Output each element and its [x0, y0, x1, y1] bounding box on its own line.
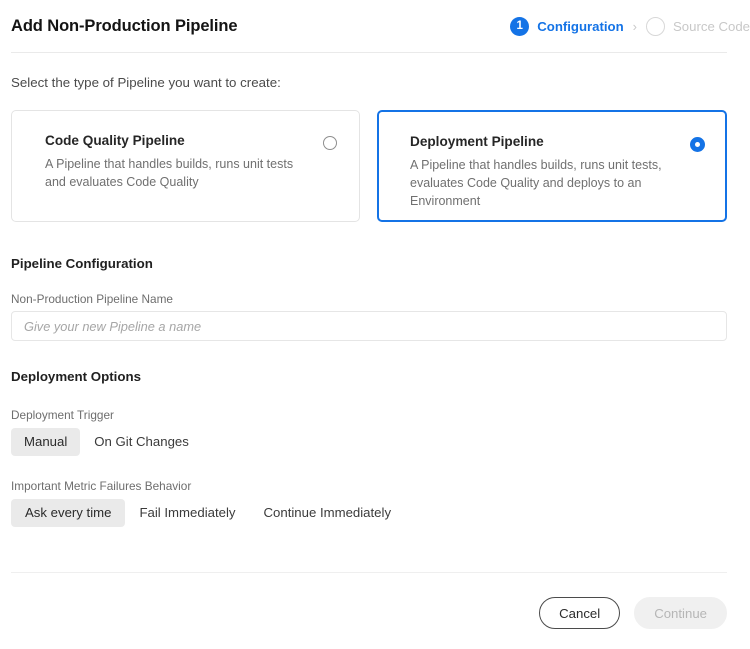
footer-divider [11, 572, 727, 573]
option-metric-fail-immediately[interactable]: Fail Immediately [125, 499, 249, 527]
card-description: A Pipeline that handles builds, runs uni… [45, 157, 294, 190]
metric-failures-behavior-option-group: Ask every time Fail Immediately Continue… [11, 499, 405, 527]
stepper-separator-icon: › [632, 18, 638, 34]
cancel-button[interactable]: Cancel [539, 597, 621, 629]
dialog-footer: Cancel Continue [11, 596, 727, 630]
section-title-deployment-options: Deployment Options [11, 369, 142, 384]
step-source-code[interactable]: Source Code [646, 16, 750, 36]
option-metric-ask-every-time[interactable]: Ask every time [11, 499, 126, 527]
step-empty-circle-icon [646, 16, 666, 36]
page-title: Add Non-Production Pipeline [11, 16, 238, 35]
card-description: A Pipeline that handles builds, runs uni… [410, 158, 662, 209]
step-source-code-label: Source Code [673, 18, 750, 34]
pipeline-name-input[interactable] [11, 311, 727, 341]
pipeline-type-card-group: Code Quality Pipeline A Pipeline that ha… [11, 110, 727, 222]
step-configuration-label: Configuration [537, 18, 624, 34]
step-number-badge: 1 [510, 16, 530, 36]
card-title: Deployment Pipeline [410, 134, 544, 149]
step-configuration[interactable]: 1 Configuration [510, 16, 624, 36]
deployment-trigger-option-group: Manual On Git Changes [11, 428, 203, 456]
label-metric-failures-behavior: Important Metric Failures Behavior [11, 479, 192, 493]
continue-button[interactable]: Continue [634, 597, 727, 629]
card-title: Code Quality Pipeline [45, 133, 185, 148]
label-pipeline-name: Non-Production Pipeline Name [11, 292, 173, 306]
header-divider [11, 52, 727, 53]
pipeline-type-prompt: Select the type of Pipeline you want to … [11, 75, 281, 90]
option-deployment-trigger-on-git-changes[interactable]: On Git Changes [80, 428, 203, 456]
section-title-pipeline-configuration: Pipeline Configuration [11, 256, 153, 271]
option-metric-continue-immediately[interactable]: Continue Immediately [250, 499, 406, 527]
pipeline-type-card-deployment[interactable]: Deployment Pipeline A Pipeline that hand… [377, 110, 727, 222]
dialog-header: Add Non-Production Pipeline 1 Configurat… [0, 0, 750, 52]
add-pipeline-dialog: Add Non-Production Pipeline 1 Configurat… [0, 0, 750, 649]
wizard-stepper: 1 Configuration › Source Code [510, 16, 750, 36]
pipeline-type-card-code-quality[interactable]: Code Quality Pipeline A Pipeline that ha… [11, 110, 360, 222]
radio-deployment-pipeline-selected[interactable] [690, 137, 705, 152]
radio-code-quality-pipeline[interactable] [323, 136, 337, 150]
label-deployment-trigger: Deployment Trigger [11, 408, 114, 422]
option-deployment-trigger-manual[interactable]: Manual [11, 428, 81, 456]
